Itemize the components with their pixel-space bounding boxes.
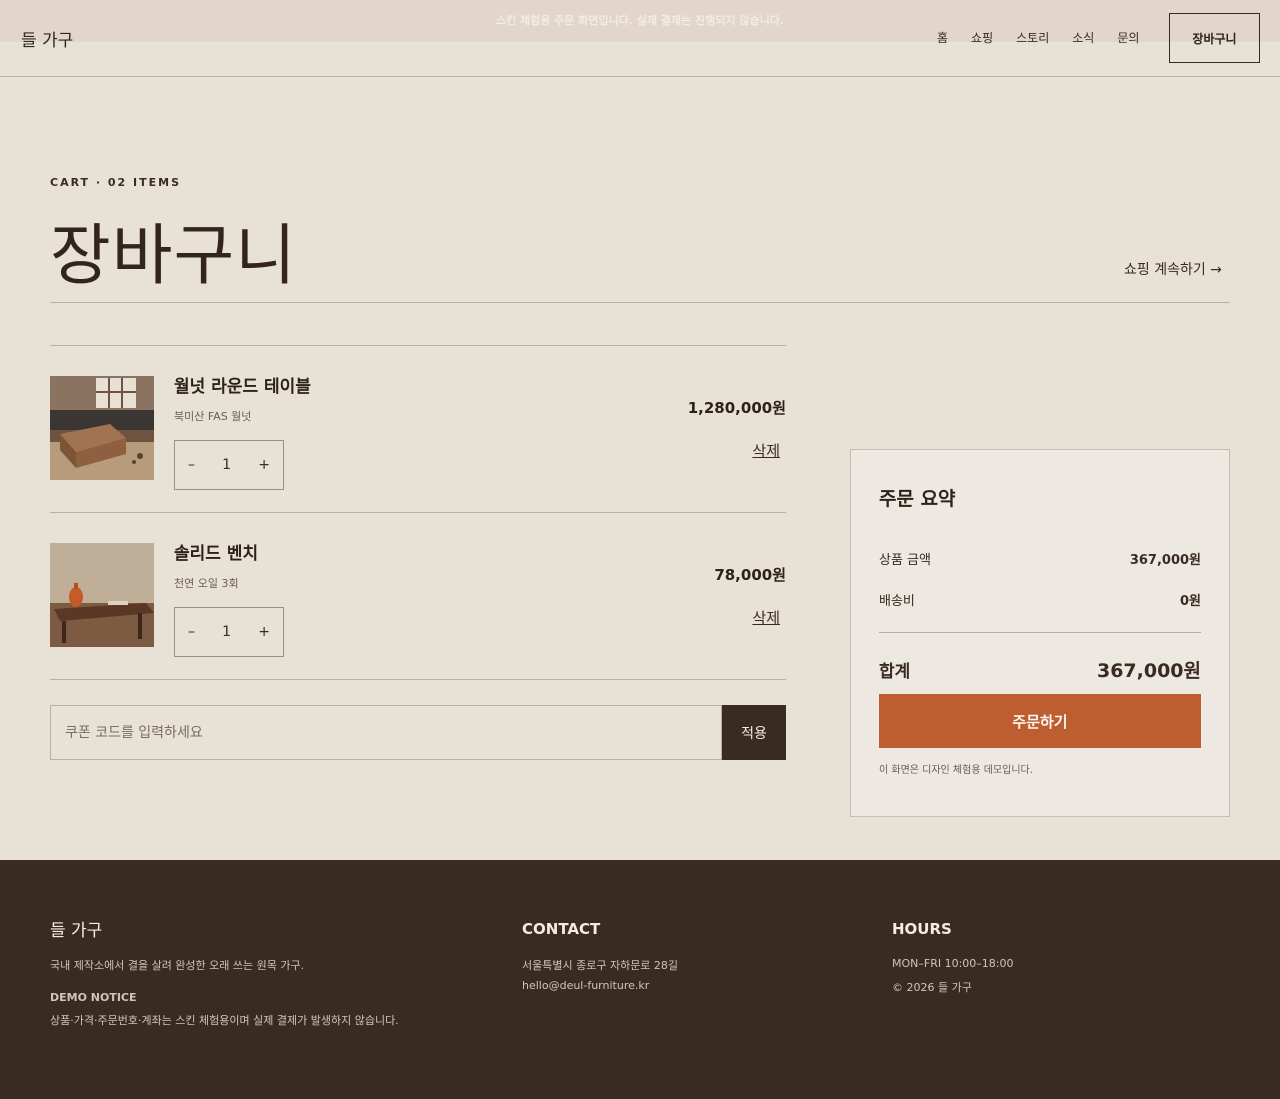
cart-item-row: 솔리드 벤치 천연 오일 3회 – 1 + 78,000원 삭제	[50, 513, 786, 680]
site-logo[interactable]: 들 가구	[21, 26, 73, 51]
decrease-quantity-button[interactable]: –	[188, 624, 195, 640]
decrease-quantity-button[interactable]: –	[188, 457, 195, 473]
footer-hours: MON–FRI 10:00–18:00	[892, 957, 1014, 970]
quantity-stepper: – 1 +	[174, 607, 284, 657]
nav-news[interactable]: 소식	[1072, 29, 1094, 46]
product-thumbnail-solid-bench[interactable]	[50, 543, 154, 647]
subtotal-label: 상품 금액	[879, 553, 931, 568]
footer-address: 서울특별시 종로구 자하문로 28길	[522, 959, 679, 972]
site-footer: 들 가구 국내 제작소에서 결을 살려 완성한 오래 쓰는 원목 가구. DEM…	[0, 860, 1280, 1099]
order-summary-panel: 주문 요약 상품 금액 367,000원 배송비 0원 합계 367,000원 …	[850, 449, 1230, 817]
quantity-value: 1	[222, 457, 232, 473]
summary-shipping-row: 배송비 0원	[879, 590, 1201, 609]
continue-shopping-link[interactable]: 쇼핑 계속하기 →	[1124, 259, 1222, 279]
footer-contact-title: CONTACT	[522, 920, 601, 938]
summary-subtotal-row: 상품 금액 367,000원	[879, 549, 1201, 568]
cart-item-price: 78,000원	[714, 566, 786, 584]
quantity-stepper: – 1 +	[174, 440, 284, 490]
site-header: 들 가구 홈 쇼핑 스토리 소식 문의 장바구니	[0, 0, 1280, 77]
cart-item-name[interactable]: 월넛 라운드 테이블	[174, 372, 311, 397]
apply-coupon-button[interactable]: 적용	[722, 705, 786, 760]
increase-quantity-button[interactable]: +	[258, 457, 270, 473]
nav-story[interactable]: 스토리	[1016, 29, 1049, 46]
increase-quantity-button[interactable]: +	[258, 624, 270, 640]
cart-eyebrow: CART · 02 ITEMS	[50, 176, 182, 189]
footer-description: 국내 제작소에서 결을 살려 완성한 오래 쓰는 원목 가구.	[50, 959, 305, 972]
shipping-value: 0원	[1179, 594, 1201, 609]
nav-shop[interactable]: 쇼핑	[971, 29, 993, 46]
demo-notice-title: DEMO NOTICE	[50, 991, 137, 1004]
cart-item-row: 월넛 라운드 테이블 북미산 FAS 월넛 – 1 + 1,280,000원 삭…	[50, 346, 786, 513]
summary-title: 주문 요약	[879, 488, 956, 510]
nav-home[interactable]: 홈	[937, 29, 948, 46]
footer-logo: 들 가구	[50, 921, 103, 941]
title-divider	[50, 302, 1230, 303]
summary-divider	[879, 632, 1201, 633]
place-order-button[interactable]: 주문하기	[879, 694, 1201, 748]
page-title: 장바구니	[50, 217, 297, 294]
footer-email[interactable]: hello@deul-furniture.kr	[522, 979, 649, 992]
cart-item-option: 북미산 FAS 월넛	[174, 410, 252, 423]
footer-copyright: © 2026 들 가구	[892, 981, 972, 994]
cart-button[interactable]: 장바구니	[1169, 13, 1260, 63]
cart-item-name[interactable]: 솔리드 벤치	[174, 539, 258, 564]
cart-item-price: 1,280,000원	[687, 399, 786, 417]
quantity-value: 1	[222, 624, 232, 640]
total-value: 367,000원	[1096, 660, 1201, 682]
total-label: 합계	[879, 662, 911, 682]
demo-note: 이 화면은 디자인 체험용 데모입니다.	[879, 765, 1033, 776]
delete-item-button[interactable]: 삭제	[752, 607, 780, 628]
coupon-code-input[interactable]	[50, 705, 722, 760]
demo-notice-text: 상품·가격·주문번호·계좌는 스킨 체험용이며 실제 결제가 발생하지 않습니다…	[50, 1014, 399, 1027]
delete-item-button[interactable]: 삭제	[752, 440, 780, 461]
nav-contact[interactable]: 문의	[1117, 29, 1139, 46]
summary-total-row: 합계 367,000원	[879, 656, 1201, 683]
subtotal-value: 367,000원	[1129, 553, 1201, 568]
product-thumbnail-walnut-table[interactable]	[50, 376, 154, 480]
cart-item-option: 천연 오일 3회	[174, 577, 239, 590]
shipping-label: 배송비	[879, 594, 915, 609]
main-nav: 홈 쇼핑 스토리 소식 문의	[937, 29, 1162, 46]
footer-hours-title: HOURS	[892, 920, 952, 938]
